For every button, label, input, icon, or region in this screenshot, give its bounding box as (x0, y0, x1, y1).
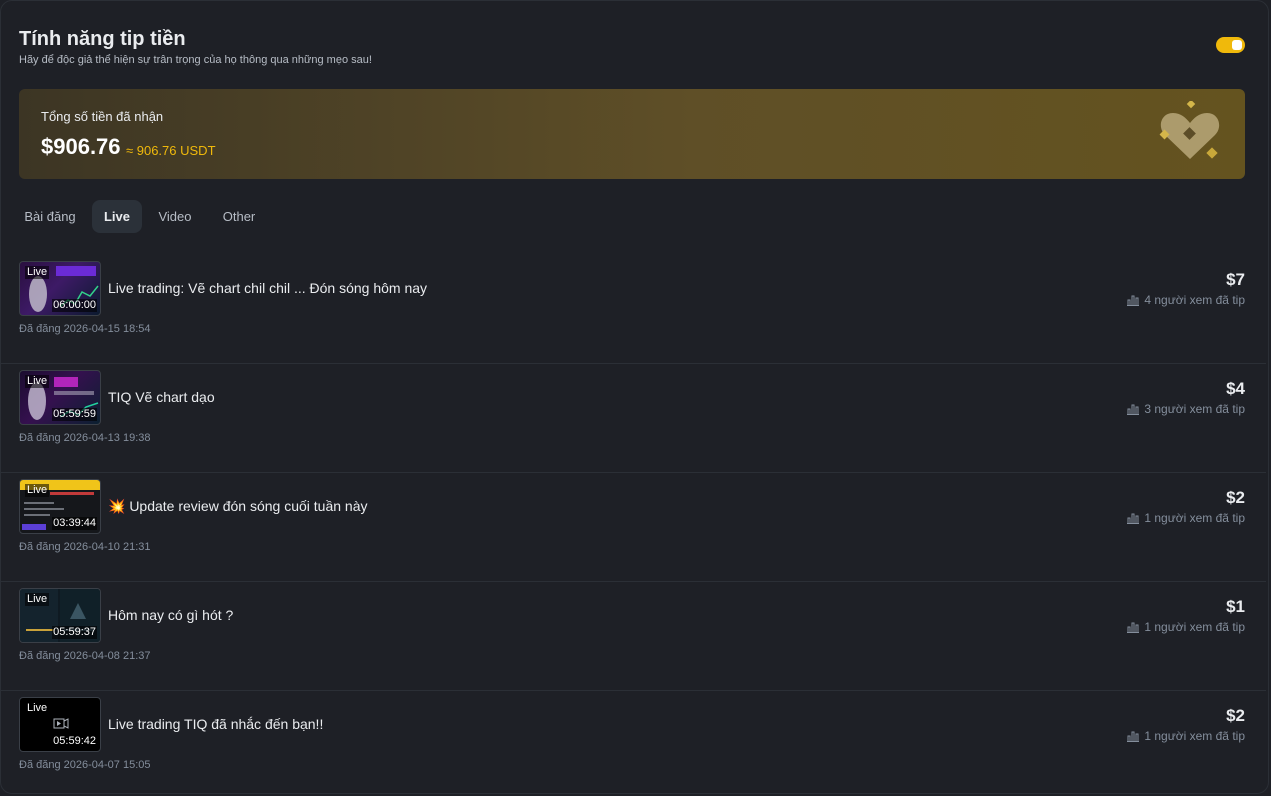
tab-video[interactable]: Video (150, 200, 200, 233)
stream-thumbnail[interactable]: Live 05:59:42 (19, 697, 101, 752)
stream-title[interactable]: 💥 Update review đón sóng cuối tuần này (108, 498, 367, 515)
stream-title[interactable]: Live trading TIQ đã nhắc đến bạn!! (108, 716, 323, 732)
list-item[interactable]: Live 06:00:00 Live trading: Vẽ chart chi… (1, 254, 1266, 364)
heart-coins-icon (1159, 101, 1220, 159)
list-item[interactable]: Live 05:59:42 Live trading TIQ đã nhắc đ… (1, 690, 1266, 793)
tab-other[interactable]: Other (213, 200, 265, 233)
stream-duration: 06:00:00 (52, 299, 97, 312)
total-tips-label: Tổng số tiền đã nhận (41, 109, 164, 124)
bar-chart-icon (1127, 404, 1140, 415)
live-badge: Live (25, 484, 50, 497)
stream-duration: 05:59:59 (52, 408, 97, 421)
tip-amount: $4 (1226, 379, 1245, 398)
stream-thumbnail[interactable]: Live 05:59:37 (19, 588, 101, 643)
stream-title[interactable]: TIQ Vẽ chart dạo (108, 389, 215, 405)
tippers-label: 1 người xem đã tip (1144, 729, 1245, 743)
post-date: Đã đăng 2026-04-08 21:37 (19, 650, 151, 662)
post-date: Đã đăng 2026-04-10 21:31 (19, 541, 151, 553)
toggle-knob (1232, 40, 1242, 50)
page-title: Tính năng tip tiền (19, 28, 186, 50)
bar-chart-icon (1127, 513, 1140, 524)
page-subtitle: Hãy để độc giả thể hiện sự trân trọng củ… (19, 54, 372, 66)
stream-title[interactable]: Hôm nay có gì hót ? (108, 607, 233, 623)
live-badge: Live (25, 266, 50, 279)
tippers-count: 1 người xem đã tip (1127, 511, 1245, 525)
tippers-count: 4 người xem đã tip (1127, 293, 1245, 307)
total-tips-amount: $906.76 (41, 134, 121, 159)
tippers-label: 1 người xem đã tip (1144, 620, 1245, 634)
stream-duration: 05:59:37 (52, 626, 97, 639)
bar-chart-icon (1127, 731, 1140, 742)
live-badge: Live (25, 702, 50, 715)
tip-amount: $2 (1226, 488, 1245, 507)
list-item[interactable]: Live 05:59:59 TIQ Vẽ chart dạo Đã đăng 2… (1, 363, 1266, 473)
stream-duration: 05:59:42 (52, 735, 97, 748)
stream-thumbnail[interactable]: Live 05:59:59 (19, 370, 101, 425)
tip-amount: $7 (1226, 270, 1245, 289)
tippers-count: 1 người xem đã tip (1127, 620, 1245, 634)
live-badge: Live (25, 375, 50, 388)
tippers-count: 3 người xem đã tip (1127, 402, 1245, 416)
stream-thumbnail[interactable]: Live 06:00:00 (19, 261, 101, 316)
total-tips-usdt: ≈ 906.76 USDT (126, 143, 216, 158)
tip-amount: $1 (1226, 597, 1245, 616)
post-date: Đã đăng 2026-04-13 19:38 (19, 432, 151, 444)
stream-title[interactable]: Live trading: Vẽ chart chil chil ... Đón… (108, 280, 427, 296)
list-item[interactable]: Live 03:39:44 💥 Update review đón sóng c… (1, 472, 1266, 582)
stream-duration: 03:39:44 (52, 517, 97, 530)
tippers-label: 4 người xem đã tip (1144, 293, 1245, 307)
stream-thumbnail[interactable]: Live 03:39:44 (19, 479, 101, 534)
tab-live[interactable]: Live (92, 200, 142, 233)
tip-feature-toggle[interactable] (1216, 37, 1245, 53)
tippers-count: 1 người xem đã tip (1127, 729, 1245, 743)
post-date: Đã đăng 2026-04-15 18:54 (19, 323, 151, 335)
tip-amount: $2 (1226, 706, 1245, 725)
tippers-label: 1 người xem đã tip (1144, 511, 1245, 525)
bar-chart-icon (1127, 622, 1140, 633)
tippers-label: 3 người xem đã tip (1144, 402, 1245, 416)
live-badge: Live (25, 593, 50, 606)
tip-feature-panel: Tính năng tip tiền Hãy để độc giả thể hi… (0, 0, 1269, 794)
total-tips-banner: Tổng số tiền đã nhận $906.76 ≈ 906.76 US… (19, 89, 1245, 179)
post-date: Đã đăng 2026-04-07 15:05 (19, 759, 151, 771)
list-item[interactable]: Live 05:59:37 Hôm nay có gì hót ? Đã đăn… (1, 581, 1266, 691)
bar-chart-icon (1127, 295, 1140, 306)
tab-posts[interactable]: Bài đăng (19, 200, 81, 233)
